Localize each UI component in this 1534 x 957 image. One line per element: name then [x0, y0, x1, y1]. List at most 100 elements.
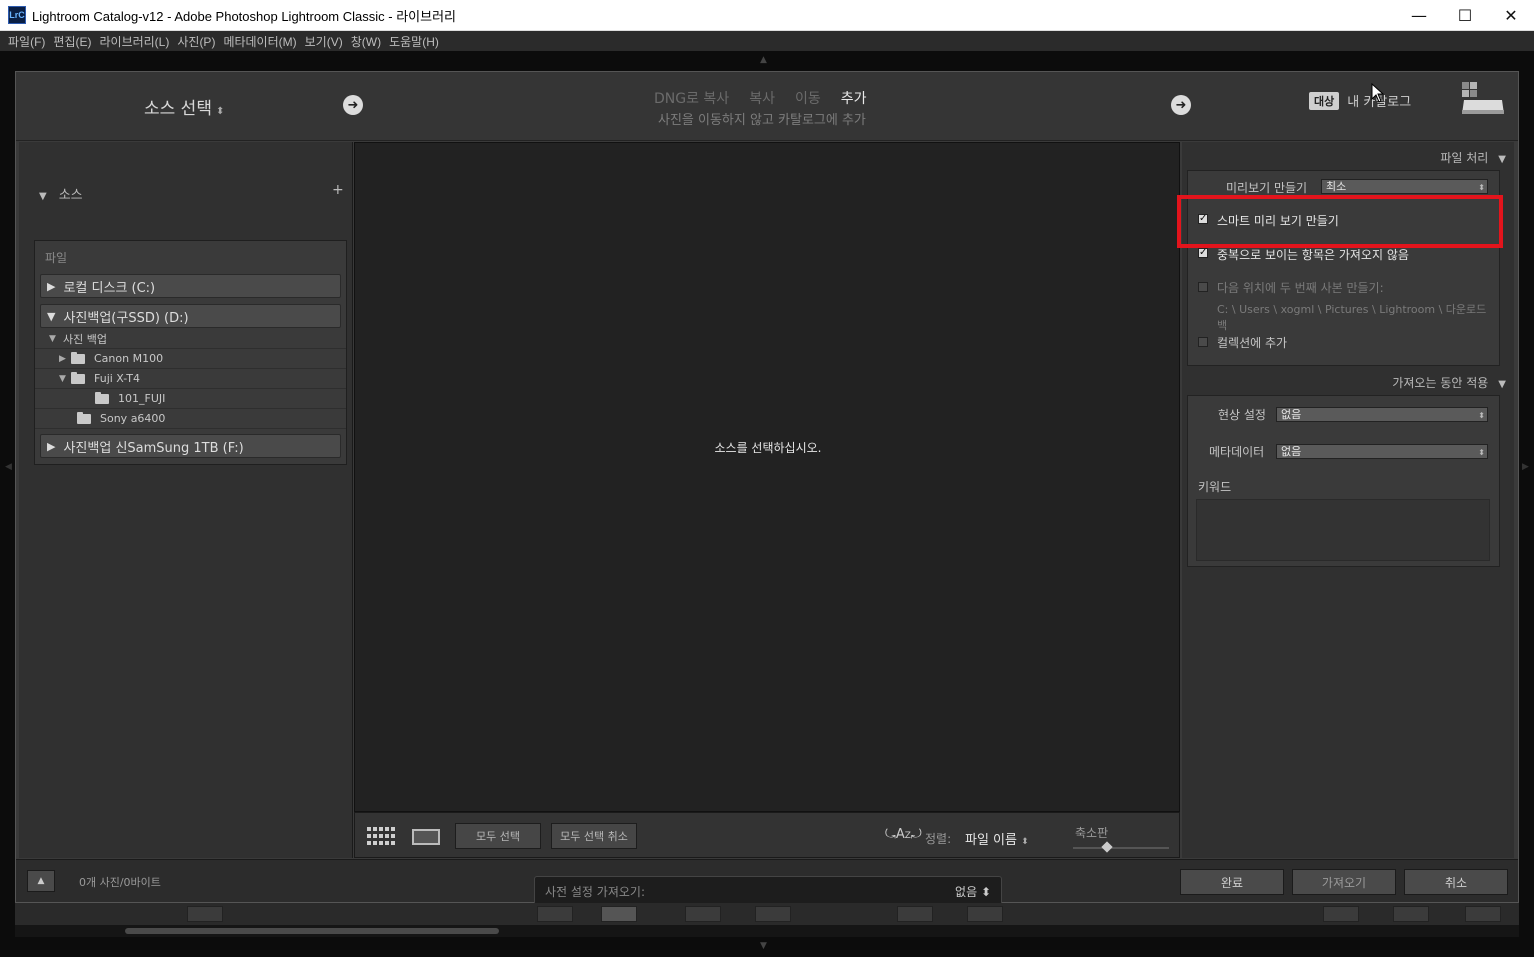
filmstrip-thumbnail[interactable]	[1393, 906, 1429, 922]
folder-label: Sony a6400	[100, 412, 166, 425]
folder-label: Fuji X-T4	[94, 372, 140, 385]
filmstrip-toggle-button[interactable]: ▲	[27, 870, 55, 892]
filmstrip-thumbnail[interactable]	[1323, 906, 1359, 922]
folder-row[interactable]: ▼ 사진 백업	[35, 329, 346, 349]
window-controls: — ☐ ✕	[1396, 0, 1534, 31]
menu-help[interactable]: 도움말(H)	[389, 33, 439, 50]
loupe-view-icon[interactable]	[412, 829, 440, 845]
apply-during-title: 가져오는 동안 적용	[1392, 376, 1489, 390]
keywords-input[interactable]	[1196, 499, 1490, 561]
file-handling-title: 파일 처리	[1440, 151, 1489, 165]
menu-file[interactable]: 파일(F)	[8, 33, 45, 50]
apply-during-section: 현상 설정 없음 ⬍ 메타데이터 없음 ⬍ 키워드	[1187, 395, 1500, 567]
updown-icon: ⬍	[1021, 837, 1029, 847]
filmstrip-thumbnail[interactable]	[601, 906, 637, 922]
slider-knob[interactable]	[1101, 841, 1113, 853]
highlight-box	[1177, 195, 1503, 248]
preset-select[interactable]: 없음 ⬍	[955, 883, 991, 900]
destination-label[interactable]: 대상 내 카탈로그	[1309, 91, 1411, 110]
filmstrip-thumbnail[interactable]	[537, 906, 573, 922]
folder-row[interactable]: Sony a6400	[35, 409, 346, 429]
filmstrip-thumbnail[interactable]	[755, 906, 791, 922]
drive-row-f[interactable]: ▶ 사진백업 신SamSung 1TB (F:)	[40, 434, 341, 458]
drive-label: 사진백업 신SamSung 1TB (F:)	[63, 440, 244, 456]
metadata-select[interactable]: 없음 ⬍	[1276, 444, 1488, 459]
mode-copy-dng[interactable]: DNG로 복사	[654, 88, 729, 108]
import-preset-bar[interactable]: 사전 설정 가져오기: 없음 ⬍	[534, 876, 1002, 906]
expand-triangle-icon: ▶	[47, 439, 56, 453]
develop-label: 현상 설정	[1218, 408, 1266, 422]
thumbnail-size-label: 축소판	[1075, 826, 1109, 840]
drive-label: 사진백업(구SSD) (D:)	[63, 310, 189, 326]
left-panel-toggle-icon[interactable]: ◀	[5, 462, 12, 472]
collapse-triangle-icon: ▼	[1498, 379, 1506, 390]
done-button[interactable]: 완료	[1180, 869, 1284, 895]
cancel-button[interactable]: 취소	[1404, 869, 1508, 895]
deselect-all-button[interactable]: 모두 선택 취소	[551, 823, 637, 849]
no-duplicates-checkbox[interactable]: ✓	[1198, 248, 1208, 258]
menu-edit[interactable]: 편집(E)	[53, 33, 91, 50]
apply-during-header[interactable]: 가져오는 동안 적용 ▼	[1392, 374, 1506, 391]
right-panel-toggle-icon[interactable]: ▶	[1522, 462, 1529, 472]
preview-select[interactable]: 최소 ⬍	[1321, 179, 1488, 194]
expand-triangle-icon: ▼	[59, 373, 66, 384]
menu-view[interactable]: 보기(V)	[305, 33, 343, 50]
source-panel-header[interactable]: ▼ 소스	[39, 184, 83, 203]
maximize-button[interactable]: ☐	[1442, 0, 1488, 31]
folder-row[interactable]: 101_FUJI	[35, 389, 346, 409]
filmstrip-thumbnail[interactable]	[187, 906, 223, 922]
add-collection-checkbox[interactable]	[1198, 337, 1208, 347]
mouse-cursor-icon	[1371, 83, 1385, 103]
top-panel-toggle-icon[interactable]: ▲	[760, 55, 767, 65]
preset-value: 없음	[955, 885, 978, 899]
expand-triangle-icon: ▼	[49, 333, 56, 344]
add-collection-label: 컬렉션에 추가	[1217, 336, 1288, 350]
thumbnail-size-slider[interactable]	[1073, 841, 1169, 853]
second-copy-checkbox[interactable]	[1198, 282, 1208, 292]
sort-order-icon[interactable]: ⤿AZ⤾	[885, 827, 922, 842]
updown-icon: ⬍	[1478, 183, 1485, 192]
minimize-button[interactable]: —	[1396, 0, 1442, 31]
close-button[interactable]: ✕	[1488, 0, 1534, 31]
grid-view-icon[interactable]	[367, 827, 395, 845]
filmstrip-thumbnail[interactable]	[1465, 906, 1501, 922]
title-bar: LrC Lightroom Catalog-v12 - Adobe Photos…	[0, 0, 1534, 31]
filmstrip-thumbnail[interactable]	[897, 906, 933, 922]
mode-add[interactable]: 추가	[841, 88, 867, 108]
sort-label: 정렬:	[925, 832, 952, 846]
filmstrip-scrollbar[interactable]	[15, 925, 1519, 937]
folder-label: 101_FUJI	[118, 392, 166, 405]
add-source-button[interactable]: +	[332, 182, 344, 198]
menu-library[interactable]: 라이브러리(L)	[99, 33, 169, 50]
source-select-button[interactable]: 소스 선택 ⬍	[144, 94, 224, 119]
filmstrip-thumbnail[interactable]	[685, 906, 721, 922]
import-mode-tabs: DNG로 복사 복사 이동 추가	[654, 88, 867, 108]
develop-select[interactable]: 없음 ⬍	[1276, 407, 1488, 422]
updown-icon: ⬍	[215, 106, 225, 117]
import-footer: ▲ 0개 사진/0바이트 사전 설정 가져오기: 없음 ⬍ 완료 가져오기 취소	[16, 859, 1518, 906]
select-all-button[interactable]: 모두 선택	[455, 823, 541, 849]
filmstrip-thumbnail[interactable]	[967, 906, 1003, 922]
mode-move[interactable]: 이동	[795, 88, 821, 108]
menu-window[interactable]: 창(W)	[351, 33, 381, 50]
preview-area[interactable]: 소스를 선택하십시오.	[354, 142, 1180, 812]
sort-select[interactable]: 파일 이름 ⬍	[965, 829, 1029, 848]
file-handling-header[interactable]: 파일 처리 ▼	[1440, 149, 1506, 166]
preview-value: 최소	[1326, 180, 1347, 193]
drive-row-c[interactable]: ▶ 로컬 디스크 (C:)	[40, 274, 341, 298]
source-panel: ▼ 소스 + 파일 ▶ 로컬 디스크 (C:) ▼ 사진백업(구SSD) (D:)…	[19, 142, 353, 858]
import-button[interactable]: 가져오기	[1292, 869, 1396, 895]
folder-row[interactable]: ▶ Canon M100	[35, 349, 346, 369]
folder-icon	[71, 351, 85, 364]
menu-photo[interactable]: 사진(P)	[177, 33, 215, 50]
folder-row[interactable]: ▼ Fuji X-T4	[35, 369, 346, 389]
scrollbar-thumb[interactable]	[125, 928, 499, 934]
menu-metadata[interactable]: 메타데이터(M)	[223, 33, 296, 50]
menu-bar: 파일(F) 편집(E) 라이브러리(L) 사진(P) 메타데이터(M) 보기(V…	[0, 31, 1534, 51]
drive-row-d[interactable]: ▼ 사진백업(구SSD) (D:)	[40, 304, 341, 328]
mode-copy[interactable]: 복사	[749, 88, 775, 108]
bottom-panel-toggle-icon[interactable]: ▼	[760, 941, 767, 951]
updown-icon: ⬍	[1478, 448, 1485, 457]
updown-icon: ⬍	[1478, 411, 1485, 420]
expand-triangle-icon: ▶	[59, 353, 66, 364]
